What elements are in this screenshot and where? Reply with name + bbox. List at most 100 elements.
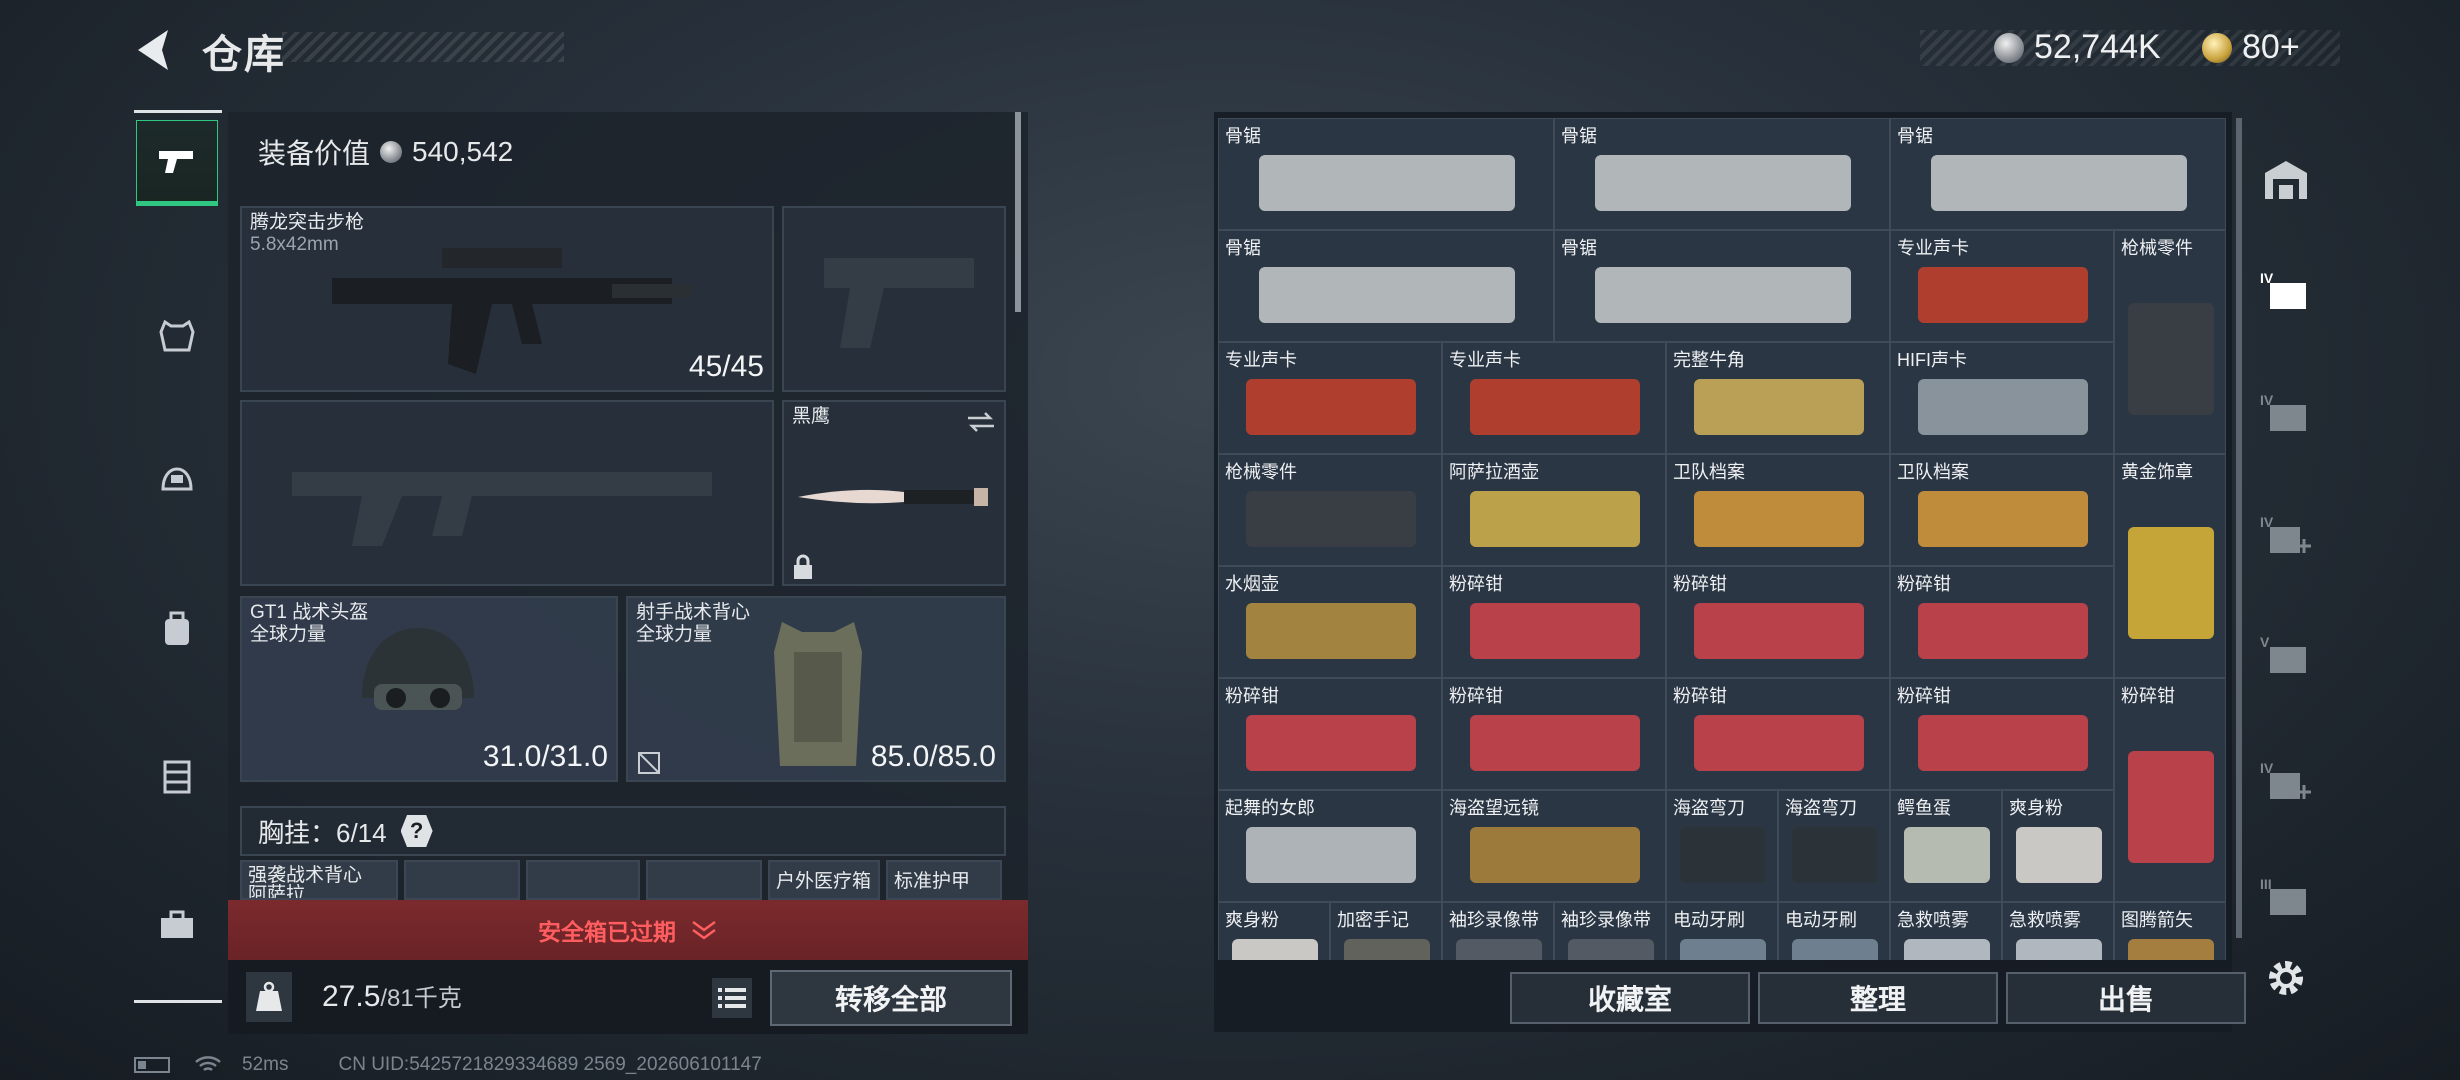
storage-scrollbar[interactable] xyxy=(2236,118,2242,938)
egg-icon xyxy=(1904,826,1990,883)
storage-item-label: 袖珍录像带 xyxy=(1449,910,1539,930)
tape-icon xyxy=(1568,938,1654,960)
storage-item-label: 鳄鱼蛋 xyxy=(1897,798,1951,818)
storage-item[interactable]: 爽身粉 xyxy=(2002,790,2114,902)
storage-expand-icon: IV xyxy=(2260,270,2306,309)
currency-silver[interactable]: 52,744K xyxy=(1994,28,2161,67)
list-view-button[interactable] xyxy=(712,978,752,1018)
sort-button[interactable]: 整理 xyxy=(1758,972,1998,1024)
tactical-helmet-icon xyxy=(362,628,474,710)
storage-item-label: 急救喷雾 xyxy=(1897,910,1969,930)
storage-tab-3[interactable]: III xyxy=(2256,868,2316,928)
carry-weight: 27.5/81千克 xyxy=(322,978,462,1014)
nav-rig[interactable] xyxy=(136,735,218,817)
nav-toolbox[interactable] xyxy=(136,883,218,965)
storage-item[interactable]: 骨锯 xyxy=(1554,230,1890,342)
storage-item[interactable]: 粉碎钳 xyxy=(1890,566,2114,678)
primary-weapon-slot[interactable]: 腾龙突击步枪 5.8x42mm 45/45 xyxy=(240,206,774,392)
rig-item[interactable] xyxy=(404,860,520,900)
storage-item[interactable]: 海盗望远镜 xyxy=(1442,790,1666,902)
storage-item[interactable]: 急救喷雾 xyxy=(2002,902,2114,960)
rig-item[interactable]: 强袭战术背心 阿萨拉 xyxy=(240,860,398,900)
storage-item[interactable]: 骨锯 xyxy=(1554,118,1890,230)
storage-tab-5[interactable]: V xyxy=(2256,626,2316,686)
storage-item[interactable]: 阿萨拉酒壶 xyxy=(1442,454,1666,566)
rig-item[interactable]: 户外医疗箱 xyxy=(768,860,880,900)
storage-tab-4a[interactable]: IV xyxy=(2256,262,2316,322)
storage-item-label: 袖珍录像带 xyxy=(1561,910,1651,930)
storage-item-label: 海盗望远镜 xyxy=(1449,798,1539,818)
storage-item[interactable]: 粉碎钳 xyxy=(1218,678,1442,790)
melee-slot[interactable]: 黑鹰 xyxy=(782,400,1006,586)
storage-item-label: 海盗弯刀 xyxy=(1673,798,1745,818)
storage-item[interactable]: 骨锯 xyxy=(1218,118,1554,230)
back-button[interactable] xyxy=(128,24,180,76)
storage-tab-4b[interactable]: IV xyxy=(2256,384,2316,444)
nav-backpack[interactable] xyxy=(136,588,218,670)
collection-room-button[interactable]: 收藏室 xyxy=(1510,972,1750,1024)
storage-item[interactable]: 粉碎钳 xyxy=(1890,678,2114,790)
storage-tab-4d[interactable]: IV xyxy=(2256,752,2316,812)
storage-item[interactable]: 专业声卡 xyxy=(1442,342,1666,454)
loadout-scrollbar[interactable] xyxy=(1015,112,1021,312)
storage-item[interactable]: 电动牙刷 xyxy=(1666,902,1778,960)
currency-gold[interactable]: 80+ xyxy=(2202,28,2300,67)
storage-grid: 骨锯 骨锯 骨锯 骨锯 骨锯 专业声卡 枪械零件 专业声卡 专业声卡 完整牛角 HIFI声卡 枪械零件… xyxy=(1218,118,2230,960)
storage-item[interactable]: 粉碎钳 xyxy=(1442,566,1666,678)
storage-tab-main[interactable] xyxy=(2256,150,2316,210)
storage-tab-4c[interactable]: IV xyxy=(2256,506,2316,566)
rig-item[interactable] xyxy=(526,860,640,900)
lock-icon xyxy=(794,554,812,579)
nav-armor[interactable] xyxy=(136,295,218,377)
storage-item[interactable]: 水烟壶 xyxy=(1218,566,1442,678)
storage-item[interactable]: 急救喷雾 xyxy=(1890,902,2002,960)
rig-item[interactable]: 标准护甲 xyxy=(886,860,1002,900)
chest-rig-header[interactable]: 胸挂：6/14 ? xyxy=(240,806,1006,856)
sell-button[interactable]: 出售 xyxy=(2006,972,2246,1024)
storage-item-label: 卫队档案 xyxy=(1673,462,1745,482)
storage-item[interactable]: 加密手记 xyxy=(1330,902,1442,960)
storage-item[interactable]: 黄金饰章 xyxy=(2114,454,2226,678)
storage-item[interactable]: 骨锯 xyxy=(1890,118,2226,230)
storage-item[interactable]: 海盗弯刀 xyxy=(1666,790,1778,902)
weight-icon xyxy=(256,981,282,1011)
no-repair-icon xyxy=(638,752,660,774)
swap-icon[interactable] xyxy=(966,410,996,434)
help-icon[interactable]: ? xyxy=(400,815,433,847)
storage-item[interactable]: 枪械零件 xyxy=(1218,454,1442,566)
storage-item[interactable]: HIFI声卡 xyxy=(1890,342,2114,454)
rig-item[interactable] xyxy=(646,860,762,900)
storage-item[interactable]: 袖珍录像带 xyxy=(1442,902,1554,960)
storage-item-label: HIFI声卡 xyxy=(1897,350,1967,370)
storage-item[interactable]: 粉碎钳 xyxy=(1442,678,1666,790)
settings-button[interactable] xyxy=(2256,948,2316,1008)
transfer-all-button[interactable]: 转移全部 xyxy=(770,970,1012,1026)
storage-item-label: 粉碎钳 xyxy=(1673,574,1727,594)
storage-item[interactable]: 起舞的女郎 xyxy=(1218,790,1442,902)
storage-item[interactable]: 粉碎钳 xyxy=(2114,678,2226,902)
nav-weapons[interactable] xyxy=(136,120,218,206)
body-armor-slot[interactable]: 射手战术背心 全球力量 85.0/85.0 xyxy=(626,596,1006,782)
storage-item[interactable]: 粉碎钳 xyxy=(1666,678,1890,790)
sidearm-slot[interactable] xyxy=(782,206,1006,392)
storage-item[interactable]: 电动牙刷 xyxy=(1778,902,1890,960)
storage-item[interactable]: 鳄鱼蛋 xyxy=(1890,790,2002,902)
storage-item[interactable]: 粉碎钳 xyxy=(1666,566,1890,678)
storage-item[interactable]: 枪械零件 xyxy=(2114,230,2226,454)
secure-case-expired-banner[interactable]: 安全箱已过期 xyxy=(228,900,1028,960)
storage-item[interactable]: 图腾箭矢 xyxy=(2114,902,2226,960)
storage-item[interactable]: 专业声卡 xyxy=(1218,342,1442,454)
storage-item[interactable]: 卫队档案 xyxy=(1890,454,2114,566)
helmet-slot[interactable]: GT1 战术头盔 全球力量 31.0/31.0 xyxy=(240,596,618,782)
storage-item[interactable]: 卫队档案 xyxy=(1666,454,1890,566)
storage-item[interactable]: 专业声卡 xyxy=(1890,230,2114,342)
nav-helmet[interactable] xyxy=(136,440,218,522)
wifi-icon xyxy=(195,1056,221,1072)
storage-item[interactable]: 袖珍录像带 xyxy=(1554,902,1666,960)
storage-item[interactable]: 爽身粉 xyxy=(1218,902,1330,960)
warehouse-icon xyxy=(2265,161,2307,199)
secondary-weapon-slot[interactable] xyxy=(240,400,774,586)
storage-item[interactable]: 海盗弯刀 xyxy=(1778,790,1890,902)
storage-item[interactable]: 骨锯 xyxy=(1218,230,1554,342)
storage-item[interactable]: 完整牛角 xyxy=(1666,342,1890,454)
